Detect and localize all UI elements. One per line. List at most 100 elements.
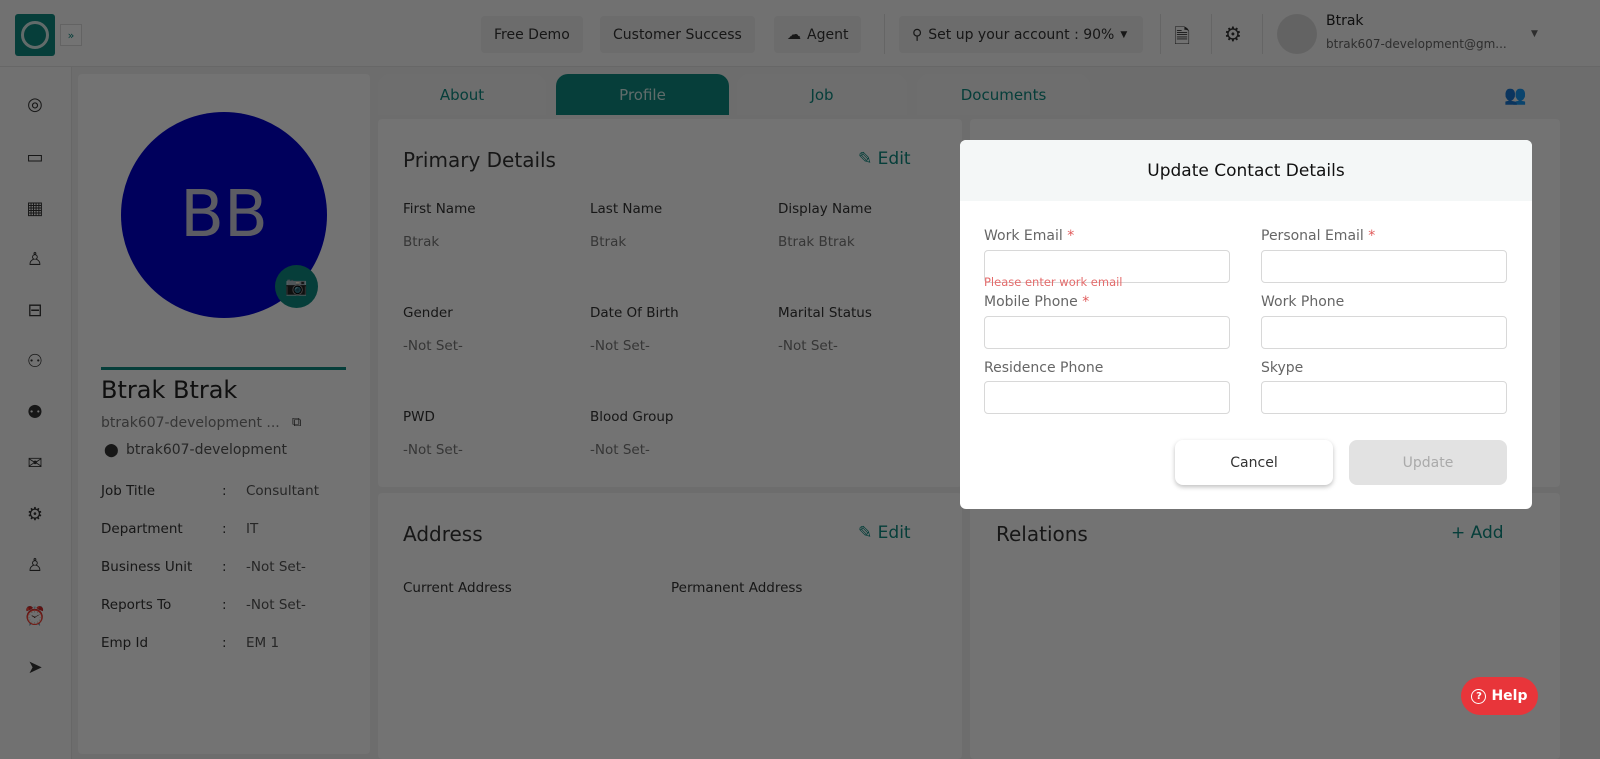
residence-phone-input[interactable] [984, 381, 1230, 414]
primary-field-label: Marital Status [778, 305, 872, 321]
primary-field-value: -Not Set- [403, 442, 463, 458]
work-email-label: Work Email * [984, 228, 1075, 244]
primary-edit-button[interactable]: ✎ Edit [858, 149, 911, 169]
user-menu-caret-icon[interactable]: ▼ [1531, 29, 1538, 39]
tab-profile[interactable]: Profile [556, 74, 729, 115]
caret-down-icon: ▼ [1120, 29, 1128, 40]
clock-icon [21, 21, 49, 49]
personal-email-input[interactable] [1261, 250, 1507, 283]
primary-field-value: -Not Set- [778, 338, 838, 354]
expand-sidebar-button[interactable]: » [60, 24, 82, 46]
profile-field-label: Emp Id [101, 635, 149, 651]
personal-email-label: Personal Email * [1261, 228, 1376, 244]
primary-field-value: -Not Set- [590, 338, 650, 354]
tab-about[interactable]: About [378, 74, 546, 115]
dashboard-icon[interactable]: ◎ [23, 93, 47, 117]
badge-icon[interactable]: ♙ [23, 554, 47, 578]
primary-field-value: Btrak [590, 234, 627, 250]
work-phone-input[interactable] [1261, 316, 1507, 349]
alarm-icon[interactable]: ⏰ [23, 605, 47, 629]
tab-documents[interactable]: Documents [917, 74, 1090, 115]
work-email-error: Please enter work email [984, 275, 1123, 289]
profile-field-value: -Not Set- [246, 597, 306, 613]
profile-name: Btrak Btrak [101, 376, 238, 404]
profile-field-value: IT [246, 521, 259, 537]
primary-field-value: -Not Set- [403, 338, 463, 354]
profile-field-label: Job Title [101, 483, 156, 499]
primary-field-value: -Not Set- [590, 442, 650, 458]
user-email: btrak607-development@gm... [1326, 37, 1507, 51]
primary-field-value: Btrak [403, 234, 440, 250]
help-icon: ? [1471, 688, 1487, 704]
current-address-label: Current Address [403, 580, 512, 596]
profile-field-colon: : [222, 559, 227, 575]
primary-field-value: Btrak Btrak [778, 234, 855, 250]
primary-field-label: Blood Group [590, 409, 674, 425]
address-edit-button[interactable]: ✎ Edit [858, 523, 911, 543]
setup-account-dropdown[interactable]: ⚲ Set up your account : 90% ▼ [899, 16, 1143, 53]
profile-field-value: EM 1 [246, 635, 280, 651]
primary-field-label: Gender [403, 305, 453, 321]
work-phone-label: Work Phone [1261, 294, 1345, 310]
profile-field-label: Reports To [101, 597, 172, 613]
profile-field-value: Consultant [246, 483, 319, 499]
skype-input[interactable] [1261, 381, 1507, 414]
sidebar: ◎ ▭ ▦ ♙ ⊟ ⚇ ⚉ ✉ ⚙ ♙ ⏰ ➤ [0, 67, 72, 759]
tv-icon[interactable]: ▭ [23, 146, 47, 170]
calendar-icon[interactable]: ▦ [23, 197, 47, 221]
primary-details-title: Primary Details [403, 148, 556, 172]
profile-field-colon: : [222, 635, 227, 651]
profile-field-label: Business Unit [101, 559, 193, 575]
primary-details-card: Primary Details ✎ Edit First Name Btrak L… [378, 119, 962, 487]
primary-field-label: Display Name [778, 201, 872, 217]
profile-field-colon: : [222, 483, 227, 499]
customer-success-button[interactable]: Customer Success [600, 16, 755, 53]
briefcase-icon[interactable]: ⊟ [23, 299, 47, 323]
user-name: Btrak [1326, 13, 1364, 29]
relations-add-button[interactable]: + Add [1451, 523, 1504, 543]
update-button[interactable]: Update [1349, 440, 1507, 485]
send-icon[interactable]: ➤ [23, 656, 47, 680]
copy-icon[interactable]: ⧉ [292, 415, 301, 430]
relations-title: Relations [996, 522, 1088, 546]
address-card: Address ✎ Edit Current Address Permanent… [378, 493, 962, 759]
camera-icon[interactable]: 📷 [275, 265, 318, 308]
modal-title: Update Contact Details [960, 140, 1532, 201]
primary-field-label: First Name [403, 201, 476, 217]
residence-phone-label: Residence Phone [984, 360, 1104, 376]
mobile-phone-label: Mobile Phone * [984, 294, 1090, 310]
mobile-phone-input[interactable] [984, 316, 1230, 349]
team-icon[interactable]: ⚉ [23, 401, 47, 425]
user-icon[interactable]: ♙ [23, 248, 47, 272]
mail-icon[interactable]: ✉ [23, 452, 47, 476]
relations-card: Relations + Add [970, 493, 1560, 759]
top-bar: » Free Demo Customer Success ☁ Agent ⚲ Set… [0, 0, 1600, 67]
profile-location: btrak607-development [126, 442, 287, 458]
settings-icon[interactable]: ⚙ [1224, 22, 1242, 46]
primary-field-label: Date Of Birth [590, 305, 679, 321]
location-pin-icon: ⬤ [104, 443, 119, 458]
agent-button[interactable]: ☁ Agent [774, 16, 862, 53]
users-icon[interactable]: ⚇ [23, 350, 47, 374]
user-avatar[interactable] [1277, 14, 1317, 54]
update-contact-modal: Update Contact Details Work Email * Plea… [960, 140, 1532, 509]
app-logo[interactable] [15, 14, 55, 56]
primary-field-label: PWD [403, 409, 435, 425]
primary-field-label: Last Name [590, 201, 663, 217]
profile-field-colon: : [222, 521, 227, 537]
profile-card: BB 📷 Btrak Btrak btrak607-development ..… [78, 74, 370, 754]
team-view-icon[interactable]: 👥 [1504, 85, 1526, 106]
permanent-address-label: Permanent Address [671, 580, 803, 596]
user-gear-icon: ⚲ [912, 26, 923, 43]
help-button[interactable]: ? Help [1461, 677, 1538, 715]
tab-job[interactable]: Job [737, 74, 907, 115]
profile-field-value: -Not Set- [246, 559, 306, 575]
skype-label: Skype [1261, 360, 1304, 376]
document-icon[interactable]: 🗎 [1174, 22, 1190, 56]
cloud-download-icon: ☁ [787, 26, 801, 43]
profile-field-label: Department [101, 521, 183, 537]
free-demo-button[interactable]: Free Demo [481, 16, 583, 53]
profile-field-colon: : [222, 597, 227, 613]
cancel-button[interactable]: Cancel [1175, 440, 1333, 485]
settings-icon[interactable]: ⚙ [23, 503, 47, 527]
